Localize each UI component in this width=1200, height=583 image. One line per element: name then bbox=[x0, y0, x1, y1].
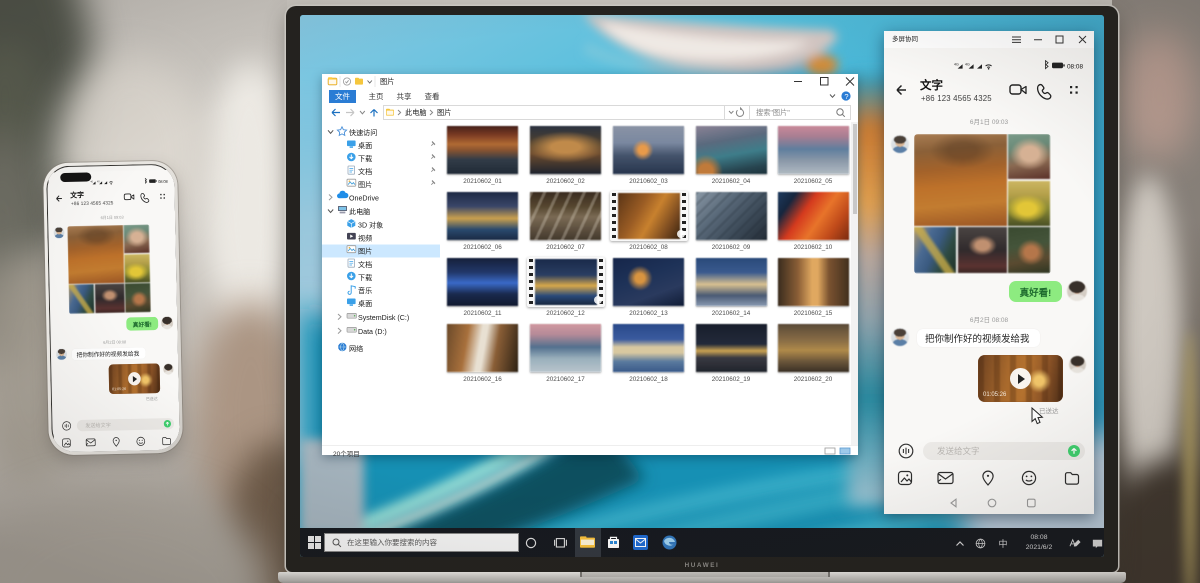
svg-text:此电脑: 此电脑 bbox=[349, 207, 370, 216]
svg-text:视频: 视频 bbox=[358, 234, 372, 243]
svg-text:文档: 文档 bbox=[358, 260, 372, 269]
svg-text:下载: 下载 bbox=[358, 154, 372, 163]
svg-text:Data (D:): Data (D:) bbox=[358, 328, 387, 336]
svg-text:图片: 图片 bbox=[380, 77, 394, 86]
svg-text:4G: 4G bbox=[965, 62, 970, 66]
svg-text:08:08: 08:08 bbox=[1067, 64, 1083, 71]
svg-text:图片: 图片 bbox=[358, 180, 372, 189]
svg-text:SystemDisk (C:): SystemDisk (C:) bbox=[358, 314, 409, 322]
svg-text:快速访问: 快速访问 bbox=[349, 128, 377, 137]
svg-text:文档: 文档 bbox=[358, 167, 372, 176]
svg-text:图片: 图片 bbox=[437, 108, 451, 117]
svg-text:音乐: 音乐 bbox=[358, 286, 372, 295]
svg-text:桌面: 桌面 bbox=[358, 141, 372, 150]
svg-text:桌面: 桌面 bbox=[358, 299, 372, 308]
svg-text:下载: 下载 bbox=[358, 273, 372, 282]
svg-text:OneDrive: OneDrive bbox=[349, 195, 379, 203]
svg-text:网络: 网络 bbox=[349, 344, 363, 353]
svg-text:4G: 4G bbox=[97, 181, 100, 183]
svg-text:4G: 4G bbox=[90, 181, 93, 183]
svg-text:图片: 图片 bbox=[358, 247, 372, 256]
svg-text:08:08: 08:08 bbox=[158, 179, 168, 184]
svg-text:3D 对象: 3D 对象 bbox=[358, 221, 383, 230]
svg-text:此电脑: 此电脑 bbox=[405, 108, 427, 117]
svg-text:?: ? bbox=[844, 92, 848, 101]
svg-text:4G: 4G bbox=[954, 62, 959, 66]
svg-text:搜索"图片": 搜索"图片" bbox=[756, 108, 790, 117]
